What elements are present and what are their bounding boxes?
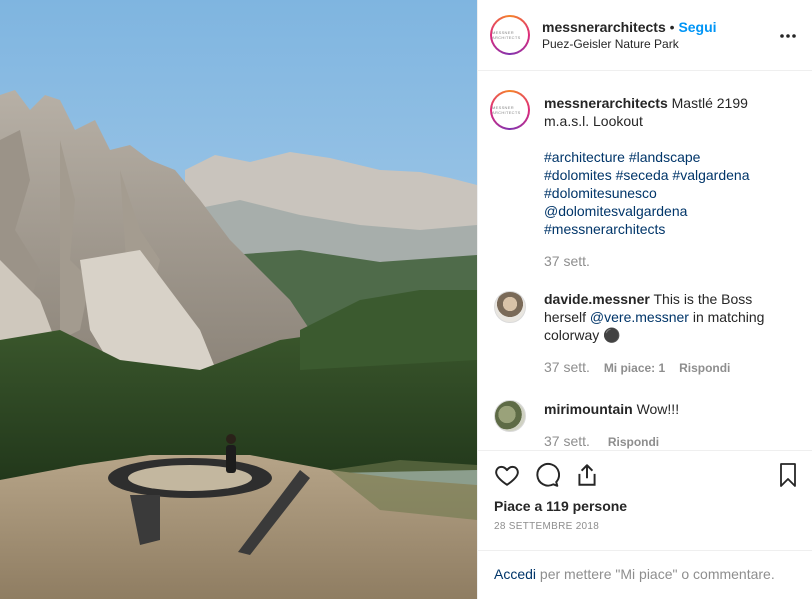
login-prompt: Accedi per mettere "Mi piace" o commenta…	[478, 550, 812, 599]
share-icon[interactable]	[574, 462, 600, 488]
comments-section: MESSNER ARCHITECTS messnerarchitects Mas…	[478, 72, 812, 449]
commenter-avatar[interactable]	[494, 400, 526, 432]
mention-link[interactable]: @dolomitesvalgardena	[544, 202, 794, 220]
hashtag-line[interactable]: #dolomites #seceda #valgardena	[544, 166, 794, 184]
commenter-avatar[interactable]	[494, 291, 526, 323]
hashtag-line[interactable]: #messnerarchitects	[544, 220, 794, 238]
comment-username[interactable]: mirimountain	[544, 401, 633, 417]
comment-username[interactable]: davide.messner	[544, 291, 650, 307]
hashtag-line[interactable]: #architecture #landscape	[544, 148, 794, 166]
comment-icon[interactable]	[534, 462, 560, 488]
avatar-logo-text: MESSNER ARCHITECTS	[492, 105, 521, 115]
login-link[interactable]: Accedi	[494, 566, 536, 582]
avatar-logo-text: MESSNER ARCHITECTS	[492, 30, 521, 40]
likes-count[interactable]: Piace a 119 persone	[494, 498, 627, 514]
caption-avatar[interactable]: MESSNER ARCHITECTS	[490, 90, 530, 130]
author-avatar[interactable]: MESSNER ARCHITECTS	[490, 15, 530, 55]
caption-time[interactable]: 37 sett.	[544, 252, 794, 270]
comment: davide.messner This is the Boss herself …	[544, 290, 794, 377]
post-panel: MESSNER ARCHITECTS messnerarchitects • S…	[477, 0, 812, 599]
post-photo[interactable]	[0, 0, 477, 599]
heart-icon[interactable]	[494, 462, 520, 488]
post-actions: Piace a 119 persone 28 SETTEMBRE 2018	[478, 450, 812, 550]
comment-likes[interactable]: Mi piace: 1	[604, 361, 665, 375]
comment-time[interactable]: 37 sett.	[544, 433, 590, 449]
author-username[interactable]: messnerarchitects	[542, 19, 666, 35]
reply-button[interactable]: Rispondi	[679, 361, 730, 375]
post-date[interactable]: 28 SETTEMBRE 2018	[494, 521, 599, 532]
caption: messnerarchitects Mastlé 2199 m.a.s.l. L…	[544, 94, 794, 270]
follow-button[interactable]: Segui	[678, 19, 716, 35]
reply-button[interactable]: Rispondi	[608, 435, 659, 449]
post-header: MESSNER ARCHITECTS messnerarchitects • S…	[478, 0, 812, 71]
more-options-icon[interactable]	[778, 26, 798, 46]
landscape-image	[0, 0, 477, 599]
hashtag-line[interactable]: #dolomitesunesco	[544, 184, 794, 202]
follow-separator: •	[669, 19, 675, 35]
caption-username[interactable]: messnerarchitects	[544, 95, 668, 111]
comment: mirimountain Wow!!! 37 sett. Rispondi	[544, 400, 794, 449]
bookmark-icon[interactable]	[776, 462, 800, 488]
login-prompt-text: per mettere "Mi piace" o commentare.	[539, 566, 775, 582]
location-link[interactable]: Puez-Geisler Nature Park	[542, 37, 679, 51]
comment-time[interactable]: 37 sett.	[544, 359, 590, 375]
mention-link[interactable]: @vere.messner	[590, 309, 689, 325]
black-circle-emoji: ⚫	[603, 327, 621, 343]
comment-text: Wow!!!	[636, 401, 680, 417]
